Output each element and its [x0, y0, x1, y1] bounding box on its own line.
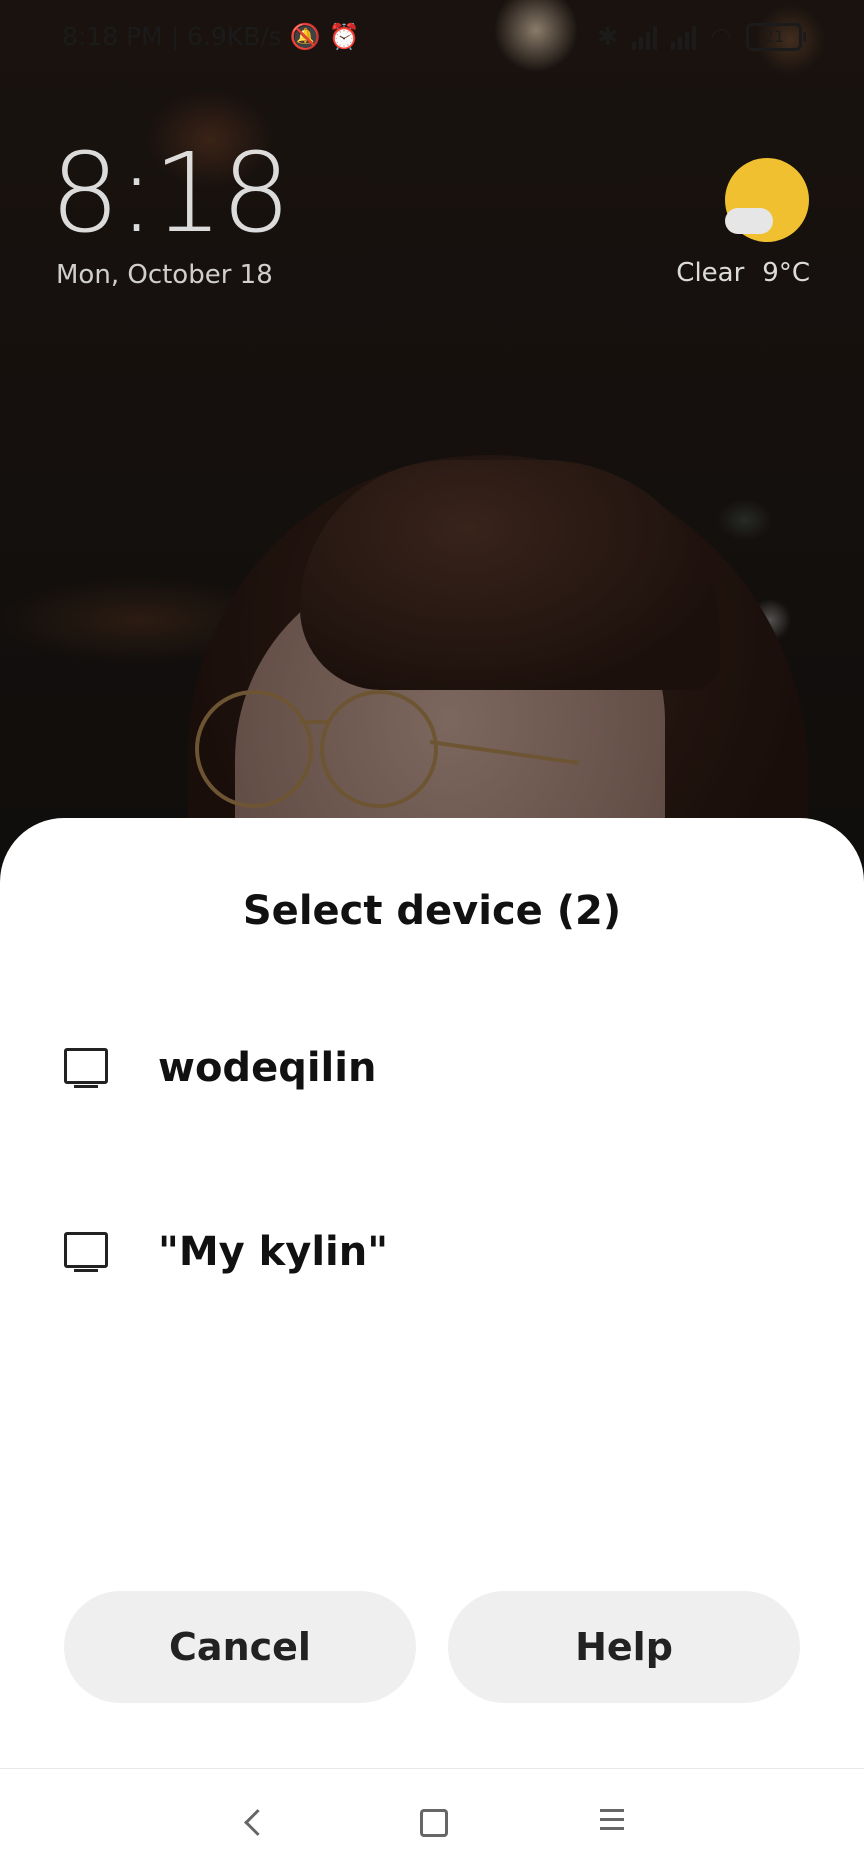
alarm-icon: ⏰ [328, 22, 360, 51]
back-icon[interactable] [244, 1809, 271, 1836]
tv-icon [64, 1232, 108, 1272]
device-name: wodeqilin [158, 1045, 377, 1091]
wifi-icon: ◠ [710, 22, 732, 51]
battery-icon: 21 [746, 22, 806, 51]
cancel-button[interactable]: Cancel [64, 1591, 416, 1703]
bell-muted-icon: 🔕 [289, 22, 321, 51]
signal-icon-2 [671, 24, 697, 50]
help-button[interactable]: Help [448, 1591, 800, 1703]
status-bar: 8:18 PM | 6.9KB/s 🔕 ⏰ ✱ ◠ 21 [0, 0, 864, 76]
sheet-title: Select device (2) [242, 888, 622, 934]
weather-info: Clear 9°C [676, 258, 810, 288]
status-left: 8:18 PM | 6.9KB/s 🔕 ⏰ [62, 22, 360, 52]
signal-icon-1 [632, 24, 658, 50]
device-item[interactable]: wodeqilin [0, 998, 864, 1138]
recents-icon[interactable] [600, 1809, 624, 1836]
weather-temperature: 9°C [762, 258, 810, 288]
lockscreen-clock: 8:18 [50, 129, 291, 257]
home-icon[interactable] [420, 1809, 448, 1837]
tv-icon [64, 1048, 108, 1088]
navigation-bar [0, 1768, 864, 1873]
select-device-sheet: Select device (2) wodeqilin "My kylin" C… [0, 818, 864, 1872]
lockscreen-date: Mon, October 18 [56, 260, 273, 290]
device-item[interactable]: "My kylin" [0, 1182, 864, 1322]
device-name: "My kylin" [158, 1229, 389, 1275]
cloud-icon [725, 208, 773, 234]
status-right: ✱ ◠ 21 [597, 22, 806, 51]
weather-condition: Clear [676, 258, 745, 288]
bluetooth-icon: ✱ [597, 22, 619, 51]
status-time-speed: 8:18 PM | 6.9KB/s [62, 22, 282, 51]
